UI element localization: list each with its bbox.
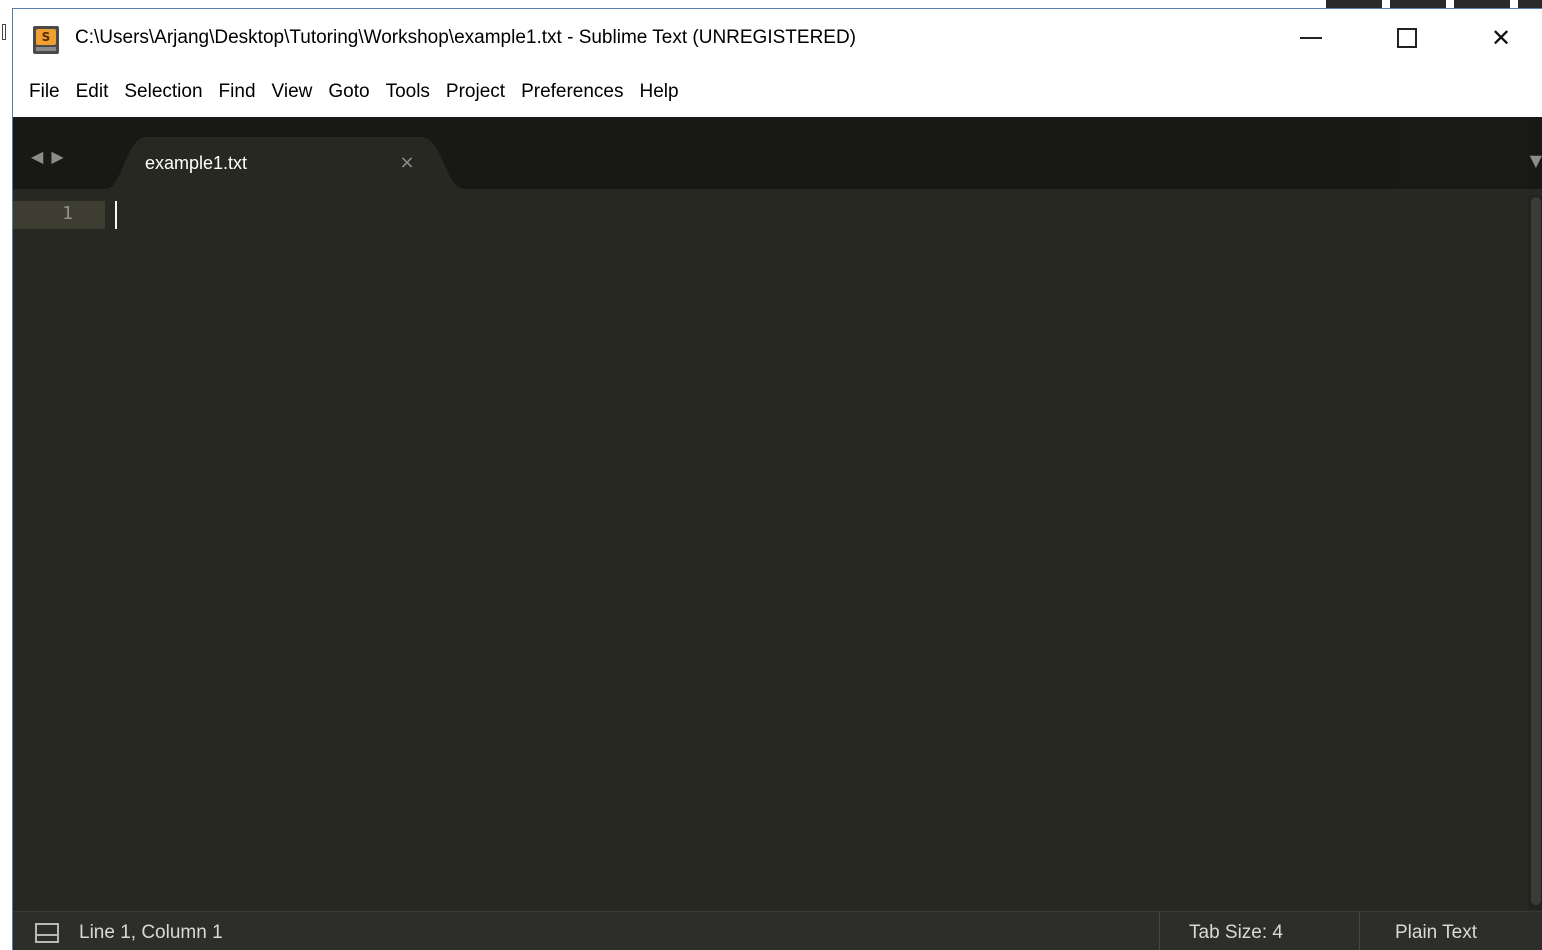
cursor-position[interactable]: Line 1, Column 1 — [79, 922, 223, 944]
desktop-edge — [1326, 0, 1542, 8]
next-tab-icon[interactable]: ▶ — [51, 147, 63, 166]
line-number: 1 — [62, 203, 73, 224]
tab-size-selector[interactable]: Tab Size: 4 — [1189, 922, 1283, 944]
menu-find[interactable]: Find — [211, 72, 264, 112]
tab-close-icon[interactable]: × — [395, 151, 419, 175]
minimize-icon — [1300, 37, 1322, 39]
sublime-text-icon[interactable]: S — [33, 26, 59, 54]
panel-toggle-icon[interactable] — [35, 923, 59, 943]
menu-goto[interactable]: Goto — [320, 72, 377, 112]
tab-strip: ◀ ▶ example1.txt × ▼ — [13, 117, 1542, 189]
menu-edit[interactable]: Edit — [68, 72, 117, 112]
tab-strip-overflow — [1397, 117, 1527, 189]
text-editor[interactable] — [105, 189, 1525, 911]
minimize-button[interactable] — [1263, 9, 1359, 67]
status-divider — [1359, 912, 1360, 950]
status-bar: Line 1, Column 1 Tab Size: 4 Plain Text — [13, 911, 1542, 950]
tab-label: example1.txt — [145, 153, 248, 173]
maximize-icon — [1397, 28, 1417, 48]
vertical-scrollbar[interactable] — [1528, 195, 1542, 909]
desktop-fragment — [2, 24, 6, 40]
tab-example1-txt[interactable]: example1.txt × — [105, 137, 465, 189]
menu-file[interactable]: File — [21, 72, 68, 112]
window-title: C:\Users\Arjang\Desktop\Tutoring\Worksho… — [75, 27, 857, 48]
menu-tools[interactable]: Tools — [378, 72, 438, 112]
tab-dropdown-icon[interactable]: ▼ — [1530, 151, 1542, 170]
line-gutter: 1 — [13, 189, 105, 911]
menu-bar: File Edit Selection Find View Goto Tools… — [13, 67, 1542, 117]
editor-shell: ◀ ▶ example1.txt × ▼ 1 Line 1, Column 1 … — [13, 117, 1542, 950]
tab-navigation: ◀ ▶ — [31, 147, 64, 166]
maximize-button[interactable] — [1359, 9, 1455, 67]
scrollbar-thumb[interactable] — [1531, 197, 1541, 905]
previous-tab-icon[interactable]: ◀ — [31, 147, 43, 166]
menu-help[interactable]: Help — [632, 72, 687, 112]
syntax-selector[interactable]: Plain Text — [1395, 922, 1477, 944]
menu-selection[interactable]: Selection — [116, 72, 210, 112]
status-divider — [1159, 912, 1160, 950]
text-cursor — [115, 201, 117, 229]
close-button[interactable]: ✕ — [1453, 9, 1542, 67]
menu-view[interactable]: View — [264, 72, 321, 112]
sublime-text-window: S C:\Users\Arjang\Desktop\Tutoring\Works… — [12, 8, 1542, 950]
menu-preferences[interactable]: Preferences — [513, 72, 631, 112]
title-bar[interactable]: S C:\Users\Arjang\Desktop\Tutoring\Works… — [13, 9, 1542, 67]
close-icon: ✕ — [1490, 24, 1512, 52]
menu-project[interactable]: Project — [438, 72, 513, 112]
